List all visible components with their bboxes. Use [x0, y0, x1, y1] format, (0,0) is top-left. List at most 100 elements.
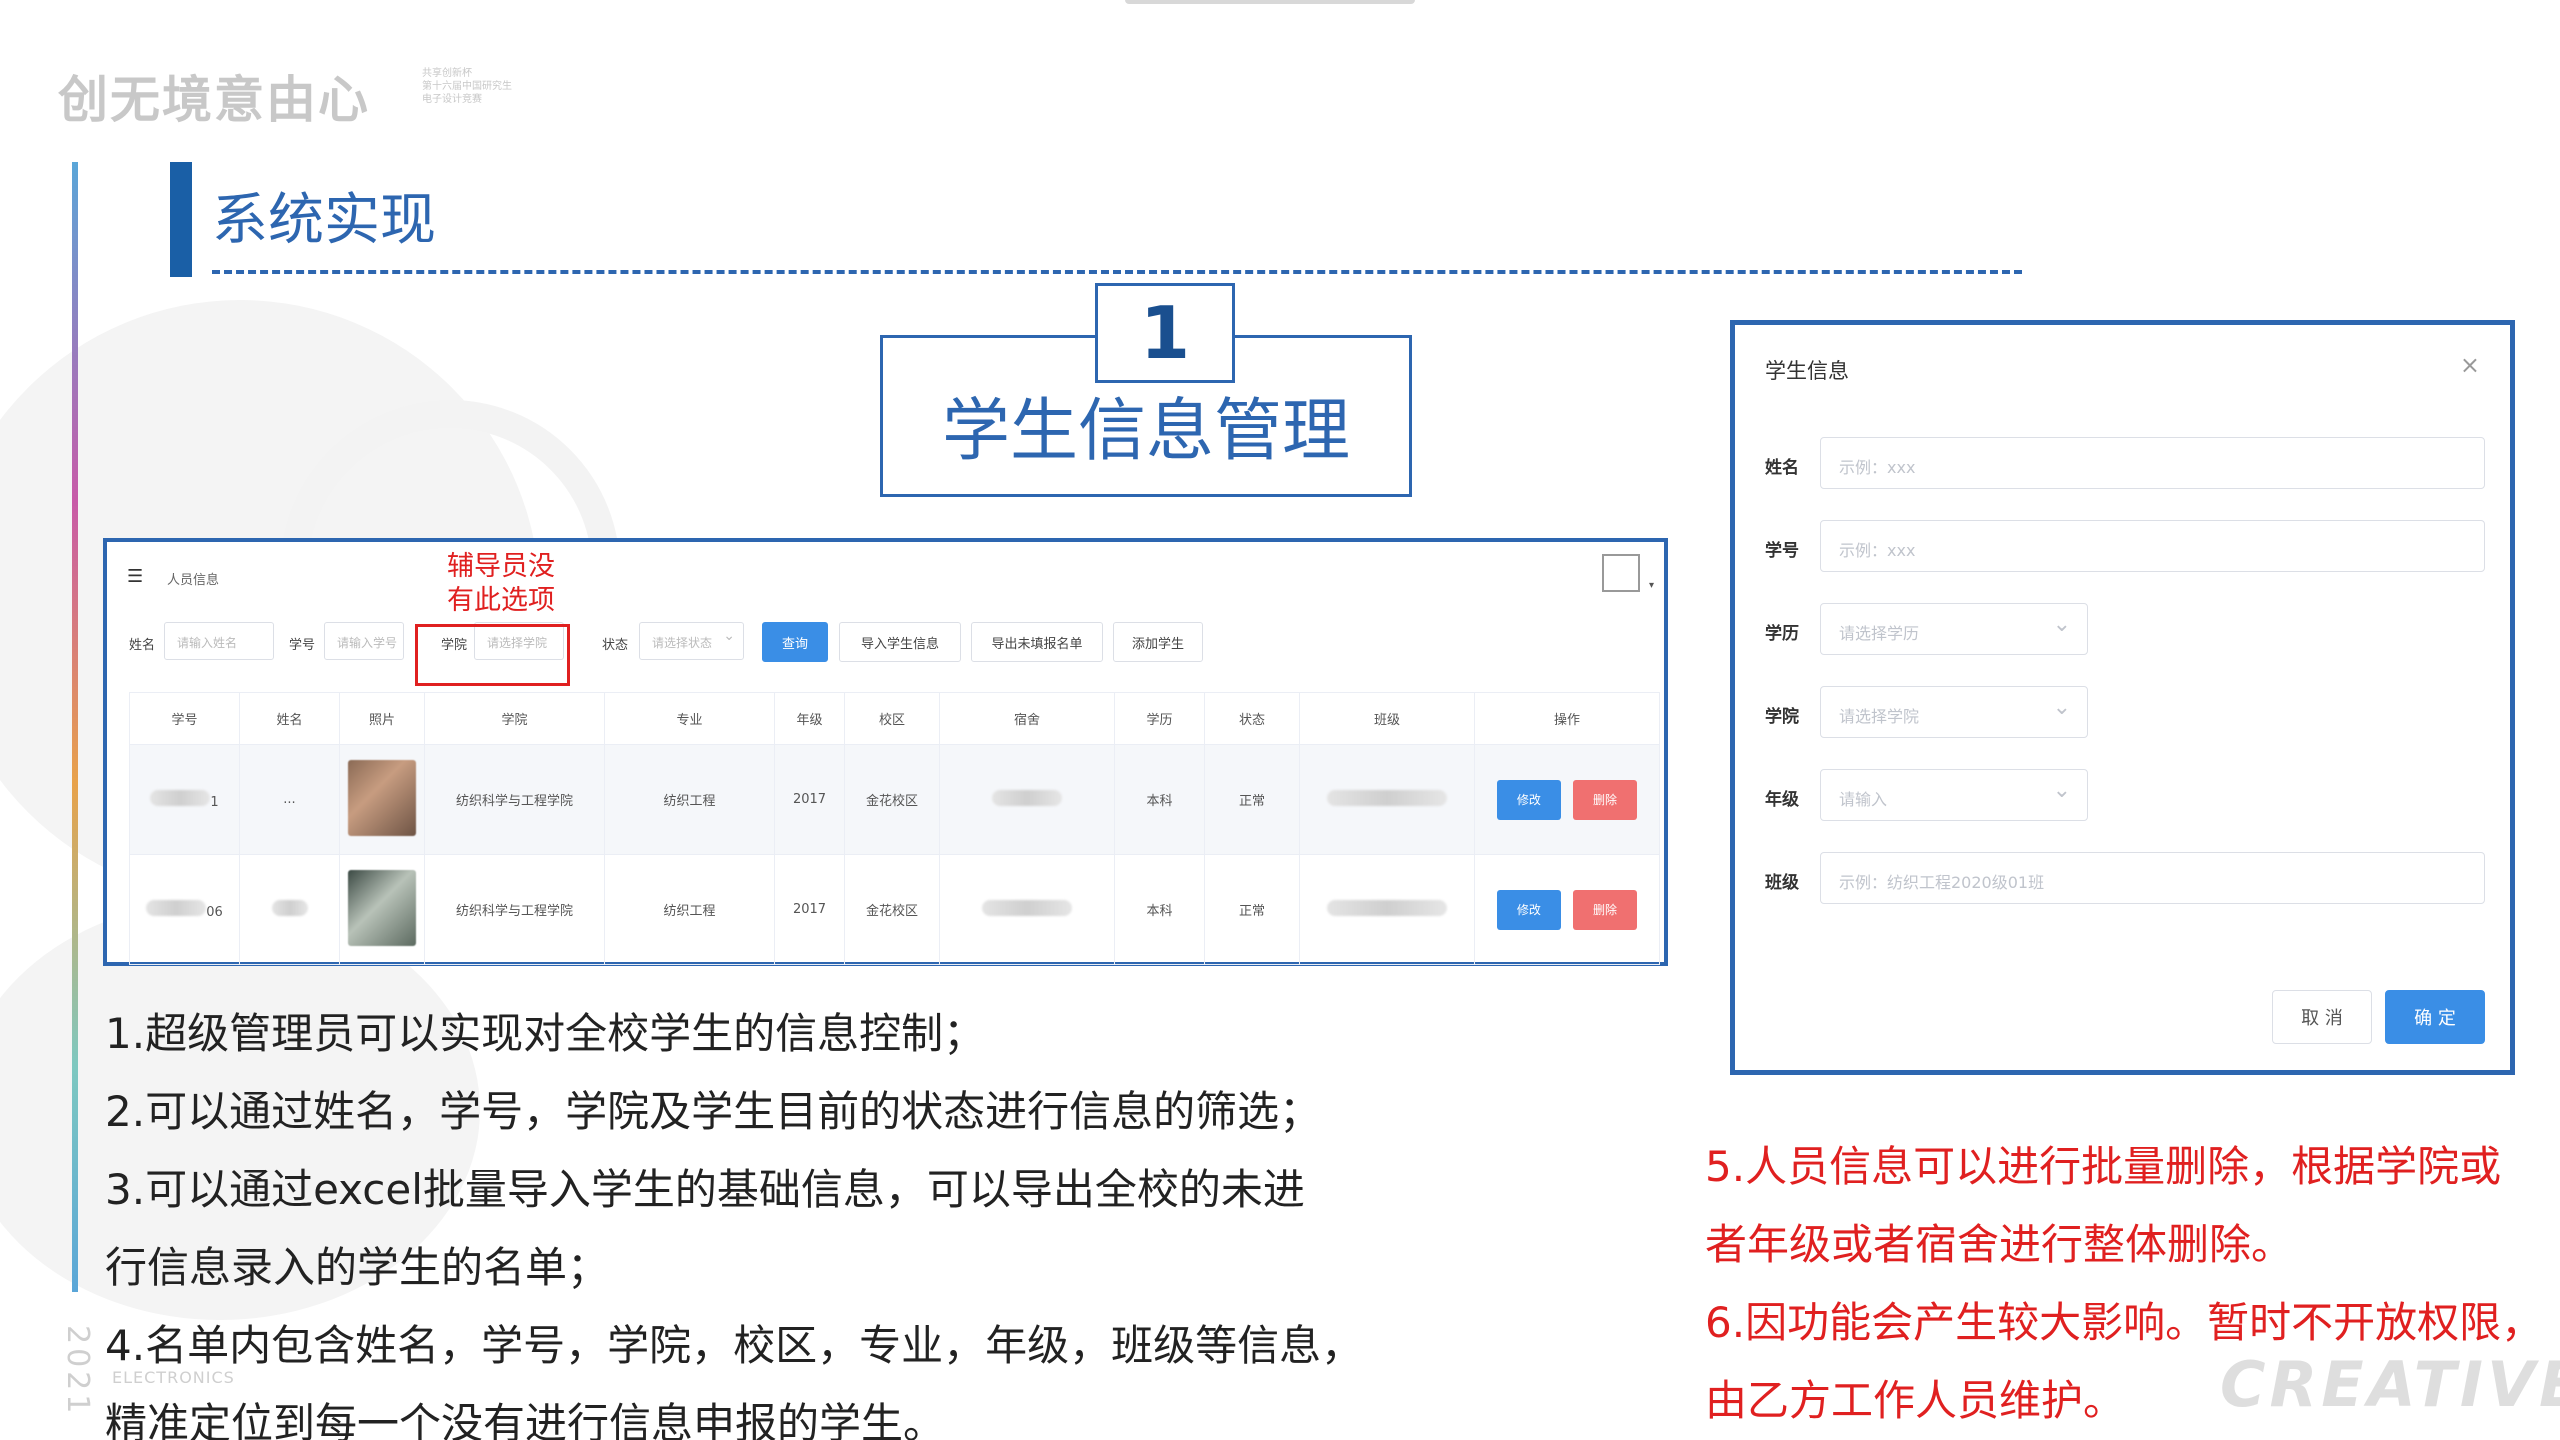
id-field[interactable]: 示例：xxx	[1820, 520, 2485, 572]
status-filter-select[interactable]: 请选择状态	[639, 622, 744, 660]
year-watermark: 2021	[60, 1325, 95, 1418]
red-bullet-line: 者年级或者宿舍进行整体删除。	[1705, 1220, 2294, 1269]
creative-watermark: CREATIVE	[2220, 1348, 2560, 1421]
delete-button[interactable]: 删除	[1573, 779, 1638, 820]
import-students-button[interactable]: 导入学生信息	[839, 622, 961, 662]
student-name-cell: ...	[239, 744, 340, 855]
dialog-title: 学生信息	[1765, 359, 1849, 383]
action-cell: 修改 删除	[1474, 854, 1660, 965]
column-header[interactable]: 班级	[1299, 692, 1475, 745]
bullet-line: 行信息录入的学生的名单；	[105, 1243, 610, 1292]
table-row[interactable]: 06 纺织科学与工程学院 纺织工程 2017 金花校区 本科 正常 修改 删除	[129, 854, 1660, 965]
grade-cell: 2017	[774, 854, 845, 965]
name-field[interactable]: 示例：xxx	[1820, 437, 2485, 489]
feature-title: 学生信息管理	[941, 392, 1350, 471]
close-icon[interactable]: ×	[2460, 351, 2480, 379]
campus-cell: 金花校区	[844, 854, 940, 965]
column-header[interactable]: 状态	[1204, 692, 1300, 745]
section-marker	[170, 162, 192, 277]
column-header[interactable]: 年级	[774, 692, 845, 745]
top-tab	[1125, 0, 1415, 4]
column-header[interactable]: 宿舍	[939, 692, 1115, 745]
column-header[interactable]: 专业	[604, 692, 775, 745]
red-bullet-line: 5.人员信息可以进行批量删除，根据学院或	[1705, 1142, 2502, 1191]
column-header[interactable]: 学院	[424, 692, 605, 745]
student-info-dialog: 学生信息 × 姓名 示例：xxx 学号 示例：xxx 学历 请选择学历 学院 请…	[1730, 320, 2515, 1075]
table-row[interactable]: 1 ... 纺织科学与工程学院 纺织工程 2017 金花校区 本科 正常 修改 …	[129, 744, 1660, 855]
student-list-screenshot: ☰ 人员信息 ▾ 辅导员没 有此选项 姓名 请输入姓名 学号 请输入学号 学院 …	[103, 538, 1668, 966]
action-cell: 修改 删除	[1474, 744, 1660, 855]
bullet-line: 3.可以通过excel批量导入学生的基础信息，可以导出全校的未进	[105, 1165, 1305, 1214]
major-cell: 纺织工程	[604, 854, 775, 965]
id-filter-input[interactable]: 请输入学号	[324, 622, 404, 660]
red-bullet-line: 由乙方工作人员维护。	[1705, 1376, 2126, 1425]
column-header[interactable]: 学号	[129, 692, 240, 745]
query-button[interactable]: 查询	[762, 622, 828, 662]
column-header[interactable]: 学历	[1114, 692, 1205, 745]
bullet-line: 精准定位到每一个没有进行信息申报的学生。	[105, 1399, 946, 1440]
window-toggle-icon[interactable]	[1602, 554, 1640, 592]
table-header: 学号 姓名 照片 学院 专业 年级 校区 宿舍 学历 状态 班级 操作	[129, 692, 1660, 745]
class-field[interactable]: 示例：纺织工程2020级01班	[1820, 852, 2485, 904]
electronics-watermark: ELECTRONICS	[112, 1368, 235, 1387]
page-title: 人员信息	[167, 573, 220, 588]
logo: 创无境意由心	[58, 71, 370, 129]
column-header[interactable]: 照片	[339, 692, 425, 745]
name-filter-label: 姓名	[129, 638, 156, 653]
degree-cell: 本科	[1114, 744, 1205, 855]
filter-bar: 姓名 请输入姓名 学号 请输入学号 学院 请选择学院 状态 请选择状态 查询 导…	[129, 622, 1629, 662]
college-field-label: 学院	[1765, 707, 1799, 727]
degree-cell: 本科	[1114, 854, 1205, 965]
college-cell: 纺织科学与工程学院	[424, 744, 605, 855]
confirm-button[interactable]: 确 定	[2385, 990, 2485, 1044]
column-header[interactable]: 操作	[1474, 692, 1660, 745]
add-student-button[interactable]: 添加学生	[1113, 622, 1203, 662]
college-select[interactable]: 请选择学院	[1820, 686, 2088, 738]
student-table: 学号 姓名 照片 学院 专业 年级 校区 宿舍 学历 状态 班级 操作 1 ..…	[129, 692, 1660, 965]
bullet-line: 2.可以通过姓名，学号，学院及学生目前的状态进行信息的筛选；	[105, 1087, 1322, 1136]
photo-cell	[339, 854, 425, 965]
menu-icon[interactable]: ☰	[127, 566, 143, 587]
dorm-cell	[939, 744, 1115, 855]
class-field-label: 班级	[1765, 873, 1799, 893]
status-cell: 正常	[1204, 744, 1300, 855]
grade-select[interactable]: 请输入	[1820, 769, 2088, 821]
section-title: 系统实现	[212, 188, 436, 253]
bullet-line: 4.名单内包含姓名，学号，学院，校区，专业，年级，班级等信息，	[105, 1321, 1364, 1370]
highlight-box	[415, 624, 570, 686]
delete-button[interactable]: 删除	[1573, 889, 1638, 930]
name-field-label: 姓名	[1765, 458, 1799, 478]
student-id-cell: 1	[129, 744, 240, 855]
degree-field-label: 学历	[1765, 624, 1799, 644]
caret-down-icon[interactable]: ▾	[1649, 580, 1654, 591]
column-header[interactable]: 校区	[844, 692, 940, 745]
edit-button[interactable]: 修改	[1496, 779, 1561, 820]
grade-cell: 2017	[774, 744, 845, 855]
column-header[interactable]: 姓名	[239, 692, 340, 745]
edit-button[interactable]: 修改	[1496, 889, 1561, 930]
student-photo	[348, 869, 416, 946]
export-unreported-button[interactable]: 导出未填报名单	[971, 622, 1103, 662]
photo-cell	[339, 744, 425, 855]
id-field-label: 学号	[1765, 541, 1799, 561]
class-cell	[1299, 854, 1475, 965]
red-bullet-line: 6.因功能会产生较大影响。暂时不开放权限，	[1705, 1298, 2544, 1347]
grade-field-label: 年级	[1765, 790, 1799, 810]
bullet-line: 1.超级管理员可以实现对全校学生的信息控制；	[105, 1009, 986, 1058]
left-accent-bar	[72, 162, 78, 1292]
status-filter-label: 状态	[602, 638, 629, 653]
dorm-cell	[939, 854, 1115, 965]
college-cell: 纺织科学与工程学院	[424, 854, 605, 965]
name-filter-input[interactable]: 请输入姓名	[164, 622, 274, 660]
student-photo	[348, 759, 416, 836]
counselor-note: 辅导员没 有此选项	[447, 551, 555, 616]
degree-select[interactable]: 请选择学历	[1820, 603, 2088, 655]
id-filter-label: 学号	[289, 638, 316, 653]
logo-subtitle: 共享创新杯 第十六届中国研究生 电子设计竞赛	[422, 68, 512, 105]
feature-number: 1	[1095, 283, 1235, 383]
cancel-button[interactable]: 取 消	[2272, 990, 2372, 1044]
class-cell	[1299, 744, 1475, 855]
campus-cell: 金花校区	[844, 744, 940, 855]
status-cell: 正常	[1204, 854, 1300, 965]
major-cell: 纺织工程	[604, 744, 775, 855]
